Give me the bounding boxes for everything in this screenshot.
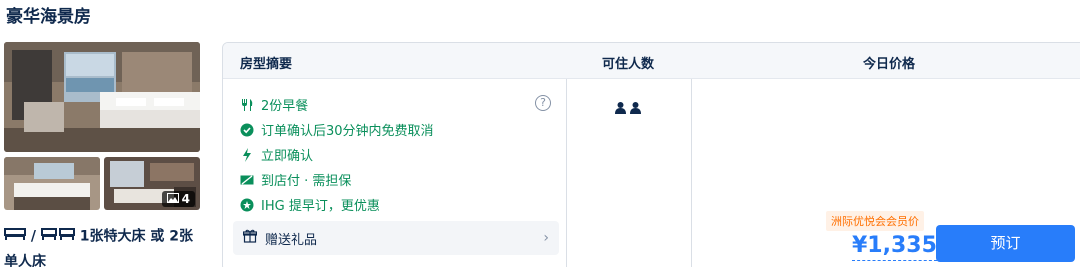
perk-label: 到店付 · 需担保 — [261, 174, 352, 189]
header-today-price: 今日价格 — [863, 57, 916, 72]
perk-breakfast: 2份早餐 — [240, 95, 308, 114]
rate-table: 房型摘要 可住人数 今日价格 2份早餐 订单确认后30分钟内免费取消 立即确认 … — [222, 42, 1080, 267]
gift-label: 赠送礼品 — [265, 232, 318, 248]
pay-at-hotel-icon — [240, 173, 254, 187]
perk-free-cancel: 订单确认后30分钟内免费取消 — [240, 120, 434, 139]
chevron-right-icon: › — [543, 230, 549, 246]
header-room-summary: 房型摘要 — [240, 57, 293, 72]
perk-pay-at-hotel: 到店付 · 需担保 — [240, 170, 351, 189]
table-header: 房型摘要 可住人数 今日价格 — [223, 43, 1080, 79]
twin-bed-icon — [40, 224, 75, 249]
occupancy-icons — [615, 99, 641, 118]
check-circle-icon — [240, 123, 254, 137]
price-amount[interactable]: ¥1,335 — [852, 232, 937, 261]
room-title: 豪华海景房 — [6, 7, 91, 27]
perk-label: 立即确认 — [261, 149, 314, 164]
person-icon — [630, 99, 641, 118]
perk-ihg-early: IHG 提早订，更优惠 — [240, 195, 380, 214]
image-icon — [166, 192, 179, 206]
star-badge-icon — [240, 198, 254, 212]
room-photo-thumb-1[interactable] — [4, 157, 100, 210]
room-photo-thumb-2[interactable]: 4 — [104, 157, 200, 210]
bed-separator: / — [30, 228, 36, 245]
column-divider — [691, 79, 692, 267]
room-photo-main[interactable] — [4, 42, 200, 152]
perk-label: 2份早餐 — [261, 99, 309, 114]
bed-info: / 1张特大床 或 2张单人床 — [4, 224, 204, 267]
perk-label: IHG 提早订，更优惠 — [261, 199, 380, 214]
king-bed-icon — [4, 224, 26, 249]
perk-instant-confirm: 立即确认 — [240, 145, 313, 164]
gift-row[interactable]: 赠送礼品 › — [233, 221, 559, 255]
book-button[interactable]: 预订 — [936, 225, 1075, 262]
help-icon[interactable]: ? — [535, 95, 551, 111]
gift-icon — [242, 229, 258, 247]
person-icon — [615, 99, 626, 118]
lightning-icon — [240, 147, 254, 162]
perk-label: 订单确认后30分钟内免费取消 — [261, 124, 434, 139]
fork-knife-icon — [240, 98, 254, 112]
photo-count: 4 — [181, 192, 190, 206]
header-occupancy: 可住人数 — [602, 57, 655, 72]
photo-count-badge[interactable]: 4 — [161, 191, 195, 207]
member-price-tag: 洲际优悦会会员价 — [826, 211, 924, 231]
column-divider — [566, 79, 567, 267]
